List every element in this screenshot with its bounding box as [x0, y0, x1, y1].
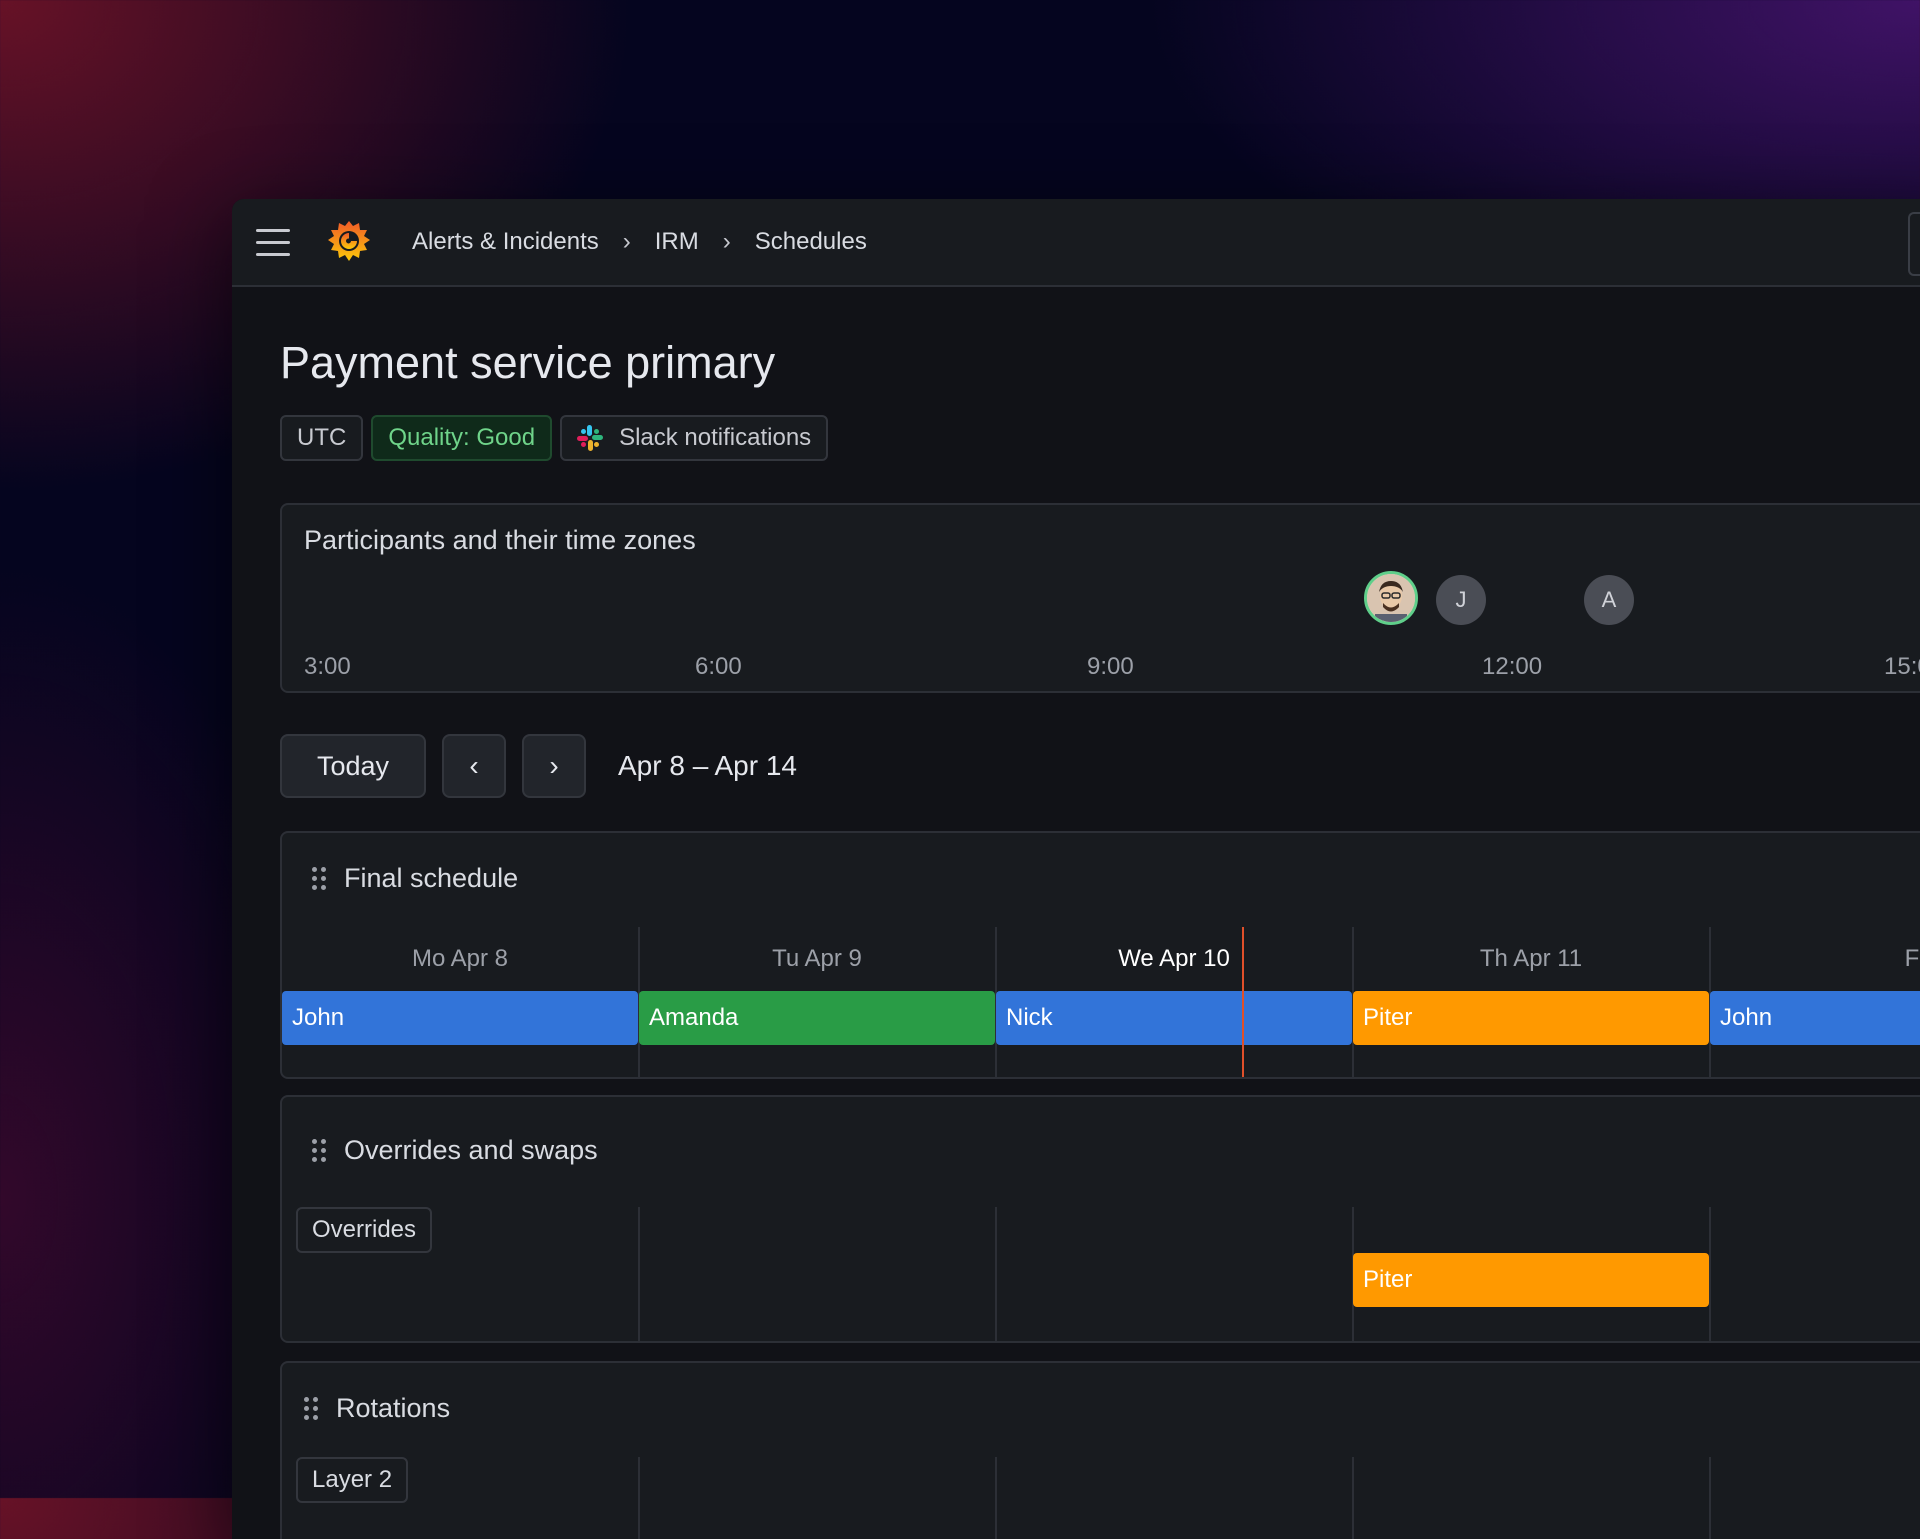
day-divider: [1709, 1207, 1711, 1341]
override-shift-bar[interactable]: Piter: [1353, 1253, 1709, 1307]
drag-handle-icon[interactable]: [312, 1139, 326, 1163]
shift-bar[interactable]: John: [1710, 991, 1920, 1045]
day-header: Th Apr 11: [1479, 945, 1583, 972]
slack-label: Slack notifications: [619, 424, 812, 451]
rotation-layer-label: Layer 2: [296, 1457, 409, 1503]
date-navigation: Today ‹ › Apr 8 – Apr 14: [280, 734, 797, 798]
shift-bar[interactable]: Amanda: [639, 991, 995, 1045]
today-button[interactable]: Today: [280, 734, 426, 798]
chevron-right-icon: ›: [622, 228, 631, 255]
hour-tick-label: 6:00: [695, 653, 742, 680]
day-divider: [995, 1207, 997, 1341]
breadcrumb-schedules[interactable]: Schedules: [755, 228, 867, 256]
hour-tick-label: 15:0: [1884, 653, 1920, 680]
breadcrumb-alerts-incidents[interactable]: Alerts & Incidents: [412, 228, 599, 256]
next-week-button[interactable]: ›: [522, 734, 586, 798]
day-header: Fr Apr 1: [1904, 945, 1920, 972]
day-header: Mo Apr 8: [411, 945, 509, 972]
overrides-swaps-panel: Overrides and swaps Overrides Piter: [280, 1095, 1920, 1343]
participants-timezones-panel: Participants and their time zones J A 3:…: [280, 503, 1920, 693]
person-icon: [1367, 574, 1415, 622]
app-window: Alerts & Incidents › IRM › Schedules Pay…: [232, 199, 1920, 1539]
slack-notifications-badge[interactable]: Slack notifications: [560, 415, 829, 461]
overrides-row-label: Overrides: [296, 1207, 433, 1253]
slack-icon: [577, 425, 604, 451]
day-divider: [995, 1457, 997, 1539]
participant-avatar-a[interactable]: A: [1584, 575, 1634, 625]
timezone-badge: UTC: [280, 415, 364, 461]
previous-week-button[interactable]: ‹: [442, 734, 506, 798]
breadcrumb-irm[interactable]: IRM: [655, 228, 699, 256]
chevron-right-icon: ›: [722, 228, 731, 255]
page-title: Payment service primary: [280, 337, 776, 388]
panel-title: Rotations: [336, 1393, 451, 1423]
date-range-label: Apr 8 – Apr 14: [618, 750, 798, 781]
final-schedule-panel: Final schedule Mo Apr 8 Tu Apr 9 We Apr …: [280, 831, 1920, 1079]
top-bar: Alerts & Incidents › IRM › Schedules: [232, 199, 1920, 287]
quality-badge[interactable]: Quality: Good: [371, 415, 553, 461]
day-divider: [638, 1457, 640, 1539]
panel-title: Final schedule: [344, 863, 519, 893]
shift-bar[interactable]: Piter: [1353, 991, 1709, 1045]
day-divider: [1709, 1457, 1711, 1539]
drag-handle-icon[interactable]: [312, 867, 326, 891]
panel-title: Participants and their time zones: [304, 525, 696, 555]
shift-bar[interactable]: Nick: [996, 991, 1352, 1045]
chevron-left-icon: ‹: [469, 750, 479, 781]
hour-tick-label: 12:00: [1482, 653, 1543, 680]
topbar-search-box[interactable]: [1908, 212, 1920, 276]
day-header: Tu Apr 9: [772, 945, 862, 972]
menu-icon[interactable]: [256, 229, 290, 257]
day-header-today: We Apr 10: [1118, 945, 1230, 972]
panel-title: Overrides and swaps: [344, 1135, 598, 1165]
participant-avatar-j[interactable]: J: [1436, 575, 1486, 625]
day-divider: [1352, 1457, 1354, 1539]
schedule-tags: UTC Quality: Good Slack notifications: [280, 415, 829, 461]
grafana-logo[interactable]: [324, 217, 374, 267]
hour-tick-label: 9:00: [1087, 653, 1134, 680]
day-divider: [638, 1207, 640, 1341]
hour-tick-label: 3:00: [304, 653, 351, 680]
drag-handle-icon[interactable]: [304, 1397, 318, 1421]
breadcrumb: Alerts & Incidents › IRM › Schedules: [412, 199, 867, 285]
chevron-right-icon: ›: [549, 750, 559, 781]
current-time-indicator: [1242, 927, 1244, 1077]
shift-bar[interactable]: John: [282, 991, 638, 1045]
participant-avatar-photo[interactable]: [1364, 571, 1418, 625]
rotations-panel: Rotations Layer 2: [280, 1361, 1920, 1539]
